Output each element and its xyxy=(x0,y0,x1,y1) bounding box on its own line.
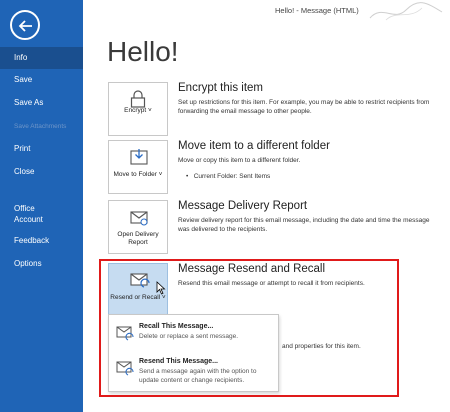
lock-icon xyxy=(130,90,146,108)
nav-item-options[interactable]: Options xyxy=(0,253,83,275)
nav-item-print[interactable]: Print xyxy=(0,138,83,160)
encrypt-title: Encrypt this item xyxy=(178,82,263,94)
move-to-folder-button[interactable]: Move to Folder ˅ xyxy=(108,140,168,194)
open-delivery-report-button[interactable]: Open Delivery Report xyxy=(108,200,168,254)
move-to-folder-label: Move to Folder ˅ xyxy=(113,171,163,178)
move-section: Move to Folder ˅ Move item to a differen… xyxy=(108,140,438,198)
envelope-report-icon xyxy=(130,211,148,226)
mouse-cursor-icon xyxy=(156,281,166,295)
bullet-icon: • xyxy=(186,173,189,180)
nav-item-info[interactable]: Info xyxy=(0,47,83,69)
nav-item-save-as[interactable]: Save As xyxy=(0,92,83,114)
highlight-annotation xyxy=(99,259,399,397)
current-folder-value: Sent Items xyxy=(239,173,271,180)
title-bar: Hello! - Message (HTML) xyxy=(83,0,450,21)
delivery-report-section: Open Delivery Report Message Delivery Re… xyxy=(108,200,438,256)
decorative-swirl-icon xyxy=(369,2,443,21)
encrypt-button-label: Encrypt ˅ xyxy=(124,107,152,114)
move-description: Move or copy this item to a different fo… xyxy=(178,157,301,164)
nav-item-close[interactable]: Close xyxy=(0,161,83,183)
nav-item-save[interactable]: Save xyxy=(0,69,83,91)
window-title: Hello! - Message (HTML) xyxy=(275,6,359,15)
nav-item-save-attachments[interactable]: Save Attachments xyxy=(0,116,83,138)
delivery-report-title: Message Delivery Report xyxy=(178,200,308,212)
back-button[interactable] xyxy=(10,10,40,40)
back-arrow-icon xyxy=(18,20,32,32)
nav-item-feedback[interactable]: Feedback xyxy=(0,230,83,252)
open-delivery-report-label: Open Delivery Report xyxy=(117,231,159,246)
page-title: Hello! xyxy=(107,36,179,67)
current-folder-line: • Current Folder: Sent Items xyxy=(186,173,270,180)
move-title: Move item to a different folder xyxy=(178,140,330,152)
backstage-sidebar: Info Save Save As Save Attachments Print… xyxy=(0,0,83,412)
encrypt-section: Encrypt ˅ Encrypt this item Set up restr… xyxy=(108,82,438,138)
move-folder-icon xyxy=(130,149,148,165)
encrypt-button[interactable]: Encrypt ˅ xyxy=(108,82,168,136)
delivery-report-description: Review delivery report for this email me… xyxy=(178,217,430,233)
nav-item-office-account[interactable]: Office Account xyxy=(0,198,83,228)
encrypt-description: Set up restrictions for this item. For e… xyxy=(178,99,430,115)
current-folder-label: Current Folder: xyxy=(193,173,238,180)
